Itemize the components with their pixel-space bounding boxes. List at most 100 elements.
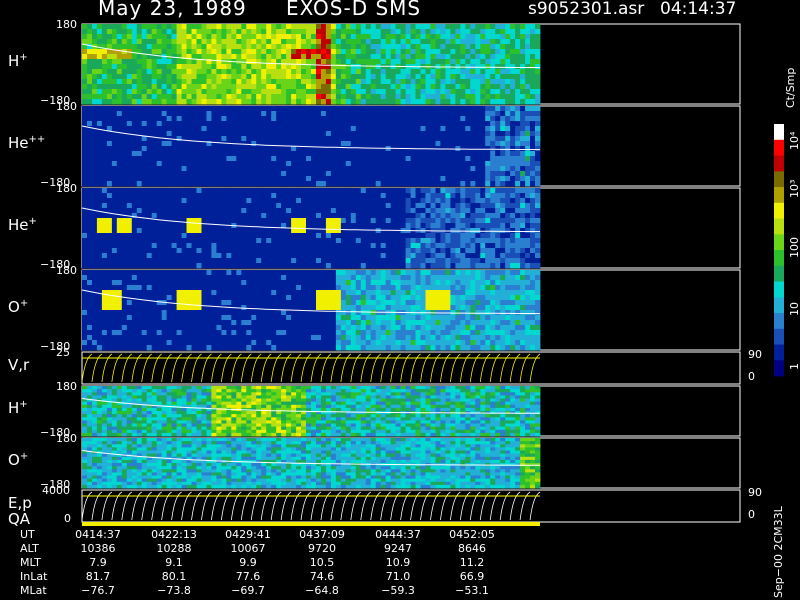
- spectrogram-cell: [166, 89, 172, 95]
- spectrogram-cell: [146, 44, 153, 50]
- spectrogram-cell: [445, 89, 451, 95]
- spectrogram-cell: [425, 99, 431, 105]
- spectrogram-cell: [166, 166, 172, 172]
- spectrogram-cell: [445, 94, 451, 100]
- spectrogram-cell: [276, 84, 282, 90]
- spectrogram-cell: [136, 238, 143, 244]
- spectrogram-cell: [460, 243, 466, 249]
- spectrogram-cell: [360, 54, 367, 60]
- spectrogram-cell: [171, 176, 177, 182]
- spectrogram-cell: [181, 203, 187, 209]
- spectrogram-cell: [525, 69, 531, 75]
- spectrogram-cell: [106, 233, 113, 239]
- spectrogram-cell: [176, 106, 182, 112]
- spectrogram-cell: [425, 106, 431, 112]
- spectrogram-cell: [495, 24, 501, 30]
- spectrogram-cell: [360, 131, 367, 137]
- spectrogram-cell: [156, 131, 163, 137]
- spectrogram-cell: [470, 161, 476, 167]
- spectrogram-cell: [450, 213, 456, 219]
- spectrogram-cell: [390, 233, 397, 239]
- spectrogram-cell: [306, 263, 312, 269]
- spectrogram-cell: [241, 263, 247, 269]
- spectrogram-cell: [131, 29, 138, 35]
- spectrogram-cell: [241, 228, 247, 234]
- spectrogram-cell: [410, 233, 416, 239]
- spectrogram-cell: [106, 106, 113, 112]
- spectrogram-cell: [181, 89, 187, 95]
- spectrogram-cell: [221, 335, 227, 341]
- spectrogram-cell: [385, 126, 392, 132]
- spectrogram-cell: [256, 99, 262, 105]
- spectrogram-cell: [106, 121, 113, 127]
- spectrogram-cell: [201, 280, 207, 286]
- spectrogram-cell: [500, 166, 506, 172]
- spectrogram-cell: [246, 79, 252, 85]
- spectrogram-cell: [111, 330, 118, 336]
- spectrogram-cell: [330, 223, 337, 229]
- spectrogram-cell: [151, 94, 158, 100]
- spectrogram-cell: [231, 39, 237, 45]
- spectrogram-cell: [465, 89, 471, 95]
- spectrogram-cell: [201, 258, 207, 264]
- spectrogram-cell: [171, 151, 177, 157]
- spectrogram-cell: [226, 233, 232, 239]
- spectrogram-cell: [475, 141, 481, 147]
- spectrogram-cell: [246, 106, 252, 112]
- spectrogram-cell: [490, 136, 496, 142]
- spectrogram-cell: [121, 330, 128, 336]
- spectrogram-cell: [82, 213, 88, 219]
- spectrogram-cell: [106, 315, 113, 321]
- spectrogram-cell: [156, 320, 163, 326]
- spectrogram-cell: [390, 49, 397, 55]
- spectrogram-cell: [181, 335, 187, 341]
- spectrogram-cell: [465, 263, 471, 269]
- spectrogram-cell: [415, 69, 421, 75]
- spectrogram-cell: [181, 340, 187, 346]
- spectrogram-cell: [311, 233, 317, 239]
- spectrogram-cell: [156, 161, 163, 167]
- spectrogram-cell: [106, 151, 113, 157]
- spectrogram-cell: [350, 89, 357, 95]
- spectrogram-cell: [246, 345, 252, 351]
- spectrogram-cell: [92, 181, 98, 187]
- spectrogram-cell: [151, 228, 158, 234]
- spectrogram-cell: [171, 208, 177, 214]
- spectrogram-cell: [87, 24, 93, 30]
- spectrogram-cell: [111, 280, 118, 286]
- spectrogram-cell: [211, 228, 217, 234]
- spectrogram-cell: [136, 188, 143, 194]
- spectrogram-cell: [460, 116, 466, 122]
- spectrogram-cell: [82, 64, 88, 70]
- spectrogram-cell: [171, 161, 177, 167]
- spectrogram-cell: [231, 54, 237, 60]
- spectrogram-cell: [306, 166, 312, 172]
- spectrogram-cell: [520, 84, 526, 90]
- spectrogram-cell: [450, 136, 456, 142]
- spectrogram-cell: [116, 213, 123, 219]
- spectrogram-cell: [96, 213, 103, 219]
- spectrogram-cell: [191, 151, 197, 157]
- spectrogram-cell: [96, 243, 103, 249]
- spectrogram-cell: [171, 345, 177, 351]
- spectrogram-cell: [340, 181, 347, 187]
- spectrogram-cell: [196, 39, 202, 45]
- spectrogram-cell: [136, 248, 143, 254]
- spectrogram-cell: [480, 253, 486, 259]
- spectrogram-cell: [136, 171, 143, 177]
- spectrogram-cell: [116, 330, 123, 336]
- spectrogram-cell: [370, 223, 377, 229]
- spectrogram-cell: [500, 253, 506, 259]
- spectrogram-cell: [311, 171, 317, 177]
- spectrogram-cell: [360, 161, 367, 167]
- spectrogram-cell: [211, 208, 217, 214]
- spectrogram-cell: [191, 111, 197, 117]
- spectrogram-cell: [335, 198, 342, 204]
- spectrogram-cell: [92, 335, 98, 341]
- spectrogram-cell: [316, 54, 322, 60]
- spectrogram-cell: [201, 315, 207, 321]
- spectrogram-cell: [116, 69, 123, 75]
- spectrogram-cell: [246, 270, 252, 276]
- spectrogram-cell: [375, 151, 382, 157]
- spectrogram-cell: [370, 54, 377, 60]
